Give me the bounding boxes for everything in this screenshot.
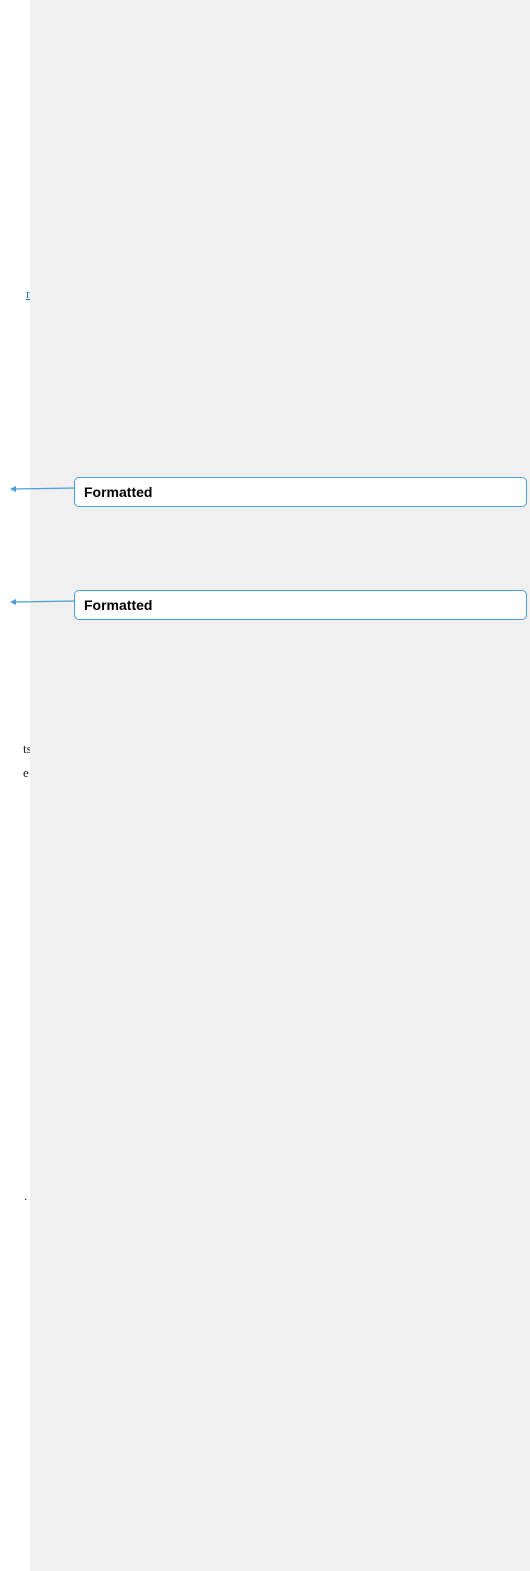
comment-connector-line [10, 486, 77, 492]
document-page-edge: n ts e . [0, 0, 33, 1571]
text-fragment: e [23, 765, 29, 780]
arrowhead-icon [10, 599, 16, 605]
formatted-comment-balloon[interactable]: Formatted [74, 477, 527, 507]
markup-area [30, 0, 530, 1571]
arrowhead-icon [10, 486, 16, 492]
formatted-comment-balloon[interactable]: Formatted [74, 590, 527, 620]
comment-connector-line [10, 599, 77, 605]
text-fragment: . [24, 1188, 28, 1203]
